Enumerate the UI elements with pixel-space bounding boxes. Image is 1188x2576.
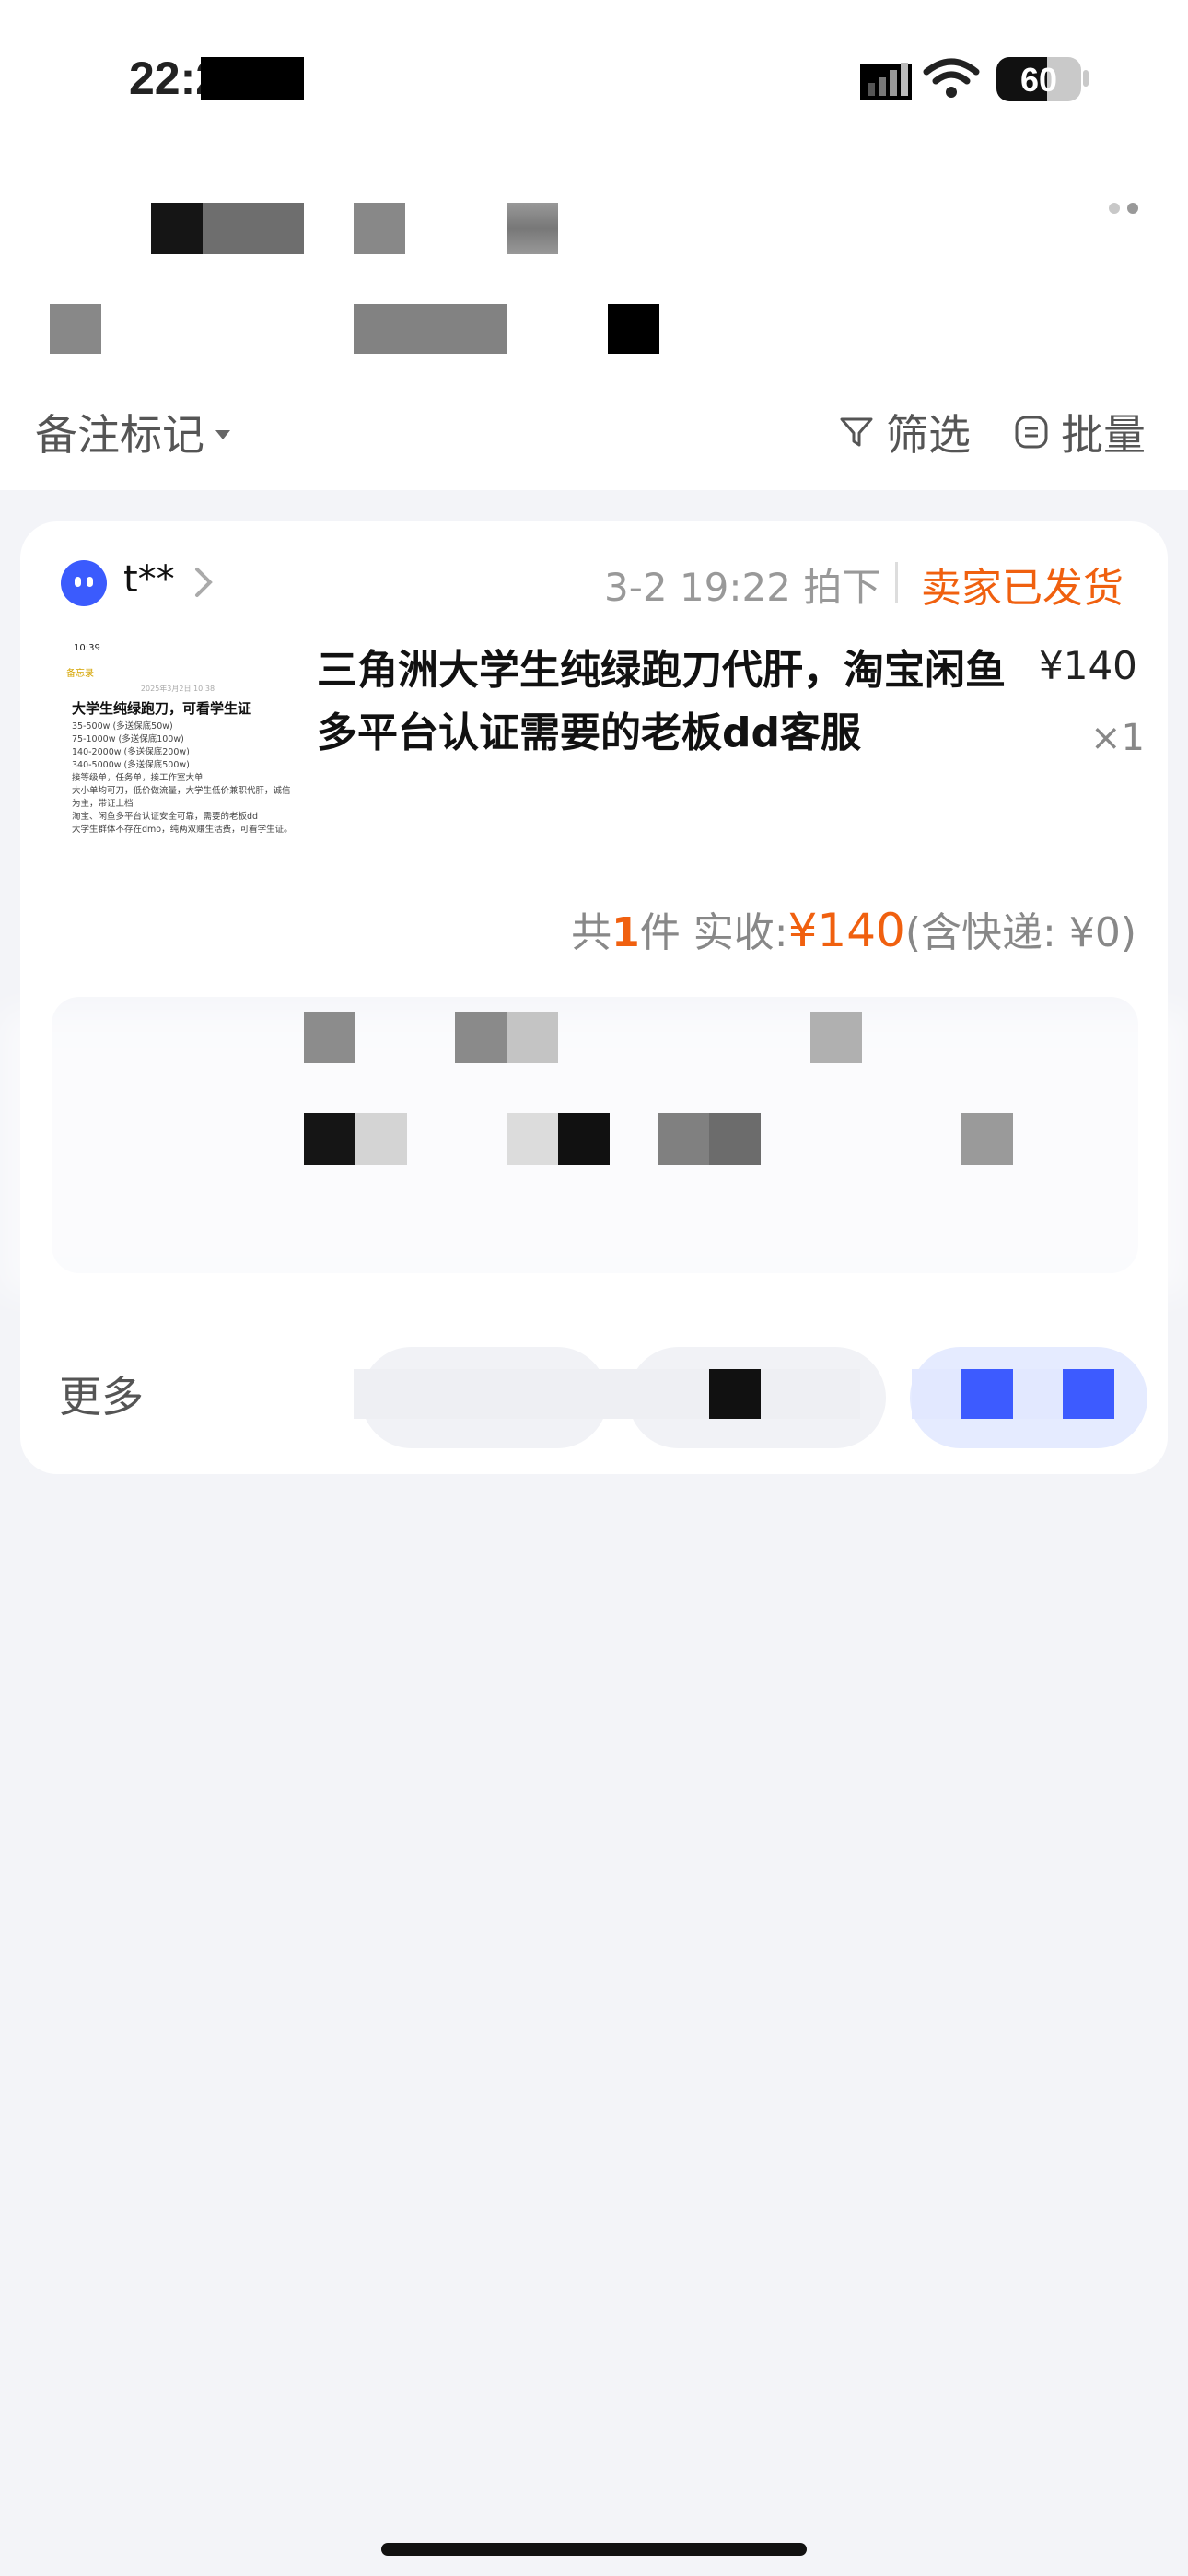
caret-down-icon [215, 430, 230, 439]
thumb-lines: 35-500w (多送保底50w) 75-1000w (多送保底100w) 14… [72, 720, 293, 837]
status-bar: 22:27 60 [0, 0, 1188, 157]
order-total: 共 1 件 实收: ¥140 (含快递: ¥0) [571, 899, 1136, 958]
thumb-line: 340-5000w (多送保底500w) [72, 760, 190, 770]
wifi-icon [923, 58, 980, 98]
redaction-block [354, 203, 405, 254]
redaction-block [507, 203, 558, 254]
order-card[interactable]: t** 3-2 19:22 拍下 卖家已发货 10:39 备忘录 2025年3月… [0, 521, 1188, 1474]
remark-label: 备注标记 [35, 410, 204, 460]
more-button[interactable]: 更多 [59, 1364, 144, 1424]
total-amount: ¥140 [787, 904, 905, 957]
redaction-block [455, 1012, 507, 1063]
redaction-block [354, 304, 507, 354]
home-indicator[interactable] [381, 2543, 807, 2556]
battery-cap [1083, 70, 1089, 87]
thumb-line: 35-500w (多送保底50w) [72, 721, 173, 732]
chevron-right-icon[interactable] [190, 564, 217, 601]
buyer-name[interactable]: t** [123, 558, 175, 601]
redaction-block [507, 1012, 558, 1063]
thumb-line: 140-2000w (多送保底200w) [72, 747, 190, 757]
total-prefix: 共 [571, 909, 612, 956]
batch-label: 批量 [1061, 410, 1146, 460]
thumb-line: 淘宝、闲鱼多平台认证安全可靠，需要的老板dd [72, 812, 259, 822]
filter-button[interactable]: 筛选 [838, 402, 971, 463]
quantity: ×1 [1090, 717, 1145, 759]
redaction-block [151, 203, 203, 254]
total-count: 1 [611, 909, 640, 956]
unit-price: ¥140 [1039, 643, 1137, 688]
redaction-block [658, 1113, 709, 1165]
order-time: 3-2 19:22 拍下 [604, 565, 881, 610]
product-title[interactable]: 三角洲大学生纯绿跑刀代肝，淘宝闲鱼多平台认证需要的老板dd客服 [317, 639, 1017, 765]
thumb-line: 大学生群体不存在dmo，纯两双赚生活费，可看学生证。 [72, 825, 293, 835]
batch-icon [1015, 416, 1048, 449]
redaction-block [709, 1113, 761, 1165]
total-mid: 件 实收: [639, 909, 788, 956]
redaction-block [355, 1113, 407, 1165]
batch-button[interactable]: 批量 [1013, 402, 1146, 463]
thumb-status-time: 10:39 [74, 643, 100, 653]
more-options-icon[interactable] [1109, 203, 1146, 217]
order-status: 卖家已发货 [921, 565, 1124, 612]
thumb-date: 2025年3月2日 10:38 [140, 685, 215, 693]
buyer-avatar[interactable] [61, 560, 107, 606]
redaction-block [50, 304, 101, 354]
redaction-block [201, 57, 304, 100]
total-suffix: (含快递: ¥0) [904, 909, 1136, 956]
battery-indicator: 60 [996, 57, 1081, 101]
remark-filter-dropdown[interactable]: 备注标记 [35, 402, 230, 463]
redaction-block [507, 1113, 558, 1165]
thumb-line: 接等级单，任务单，接工作室大单 [72, 773, 204, 783]
filter-label: 筛选 [886, 410, 971, 460]
funnel-icon [840, 417, 873, 447]
signal-icon [860, 63, 912, 100]
redaction-block [558, 1113, 610, 1165]
redaction-block [354, 1369, 860, 1419]
redaction-block [1063, 1369, 1114, 1419]
redaction-block [608, 304, 659, 354]
thumb-line: 大小单均可刀，低价做流量，大学生低价兼职代肝，诚信为主，带证上档 [72, 786, 291, 809]
thumb-title: 大学生纯绿跑刀，可看学生证 [72, 700, 252, 717]
redaction-block [961, 1369, 1013, 1419]
redaction-block [961, 1113, 1013, 1165]
battery-level: 60 [1019, 61, 1058, 99]
redaction-block [304, 1012, 355, 1063]
filter-toolbar: 备注标记 筛选 批量 [0, 387, 1188, 490]
redaction-block [304, 1113, 355, 1165]
redaction-block [709, 1369, 761, 1419]
product-thumbnail[interactable]: 10:39 备忘录 2025年3月2日 10:38 大学生纯绿跑刀，可看学生证 … [53, 636, 302, 866]
redaction-block [203, 203, 304, 254]
divider [895, 562, 898, 603]
thumb-back-label: 备忘录 [66, 669, 94, 679]
thumb-line: 75-1000w (多送保底100w) [72, 734, 184, 744]
redaction-block [810, 1012, 862, 1063]
